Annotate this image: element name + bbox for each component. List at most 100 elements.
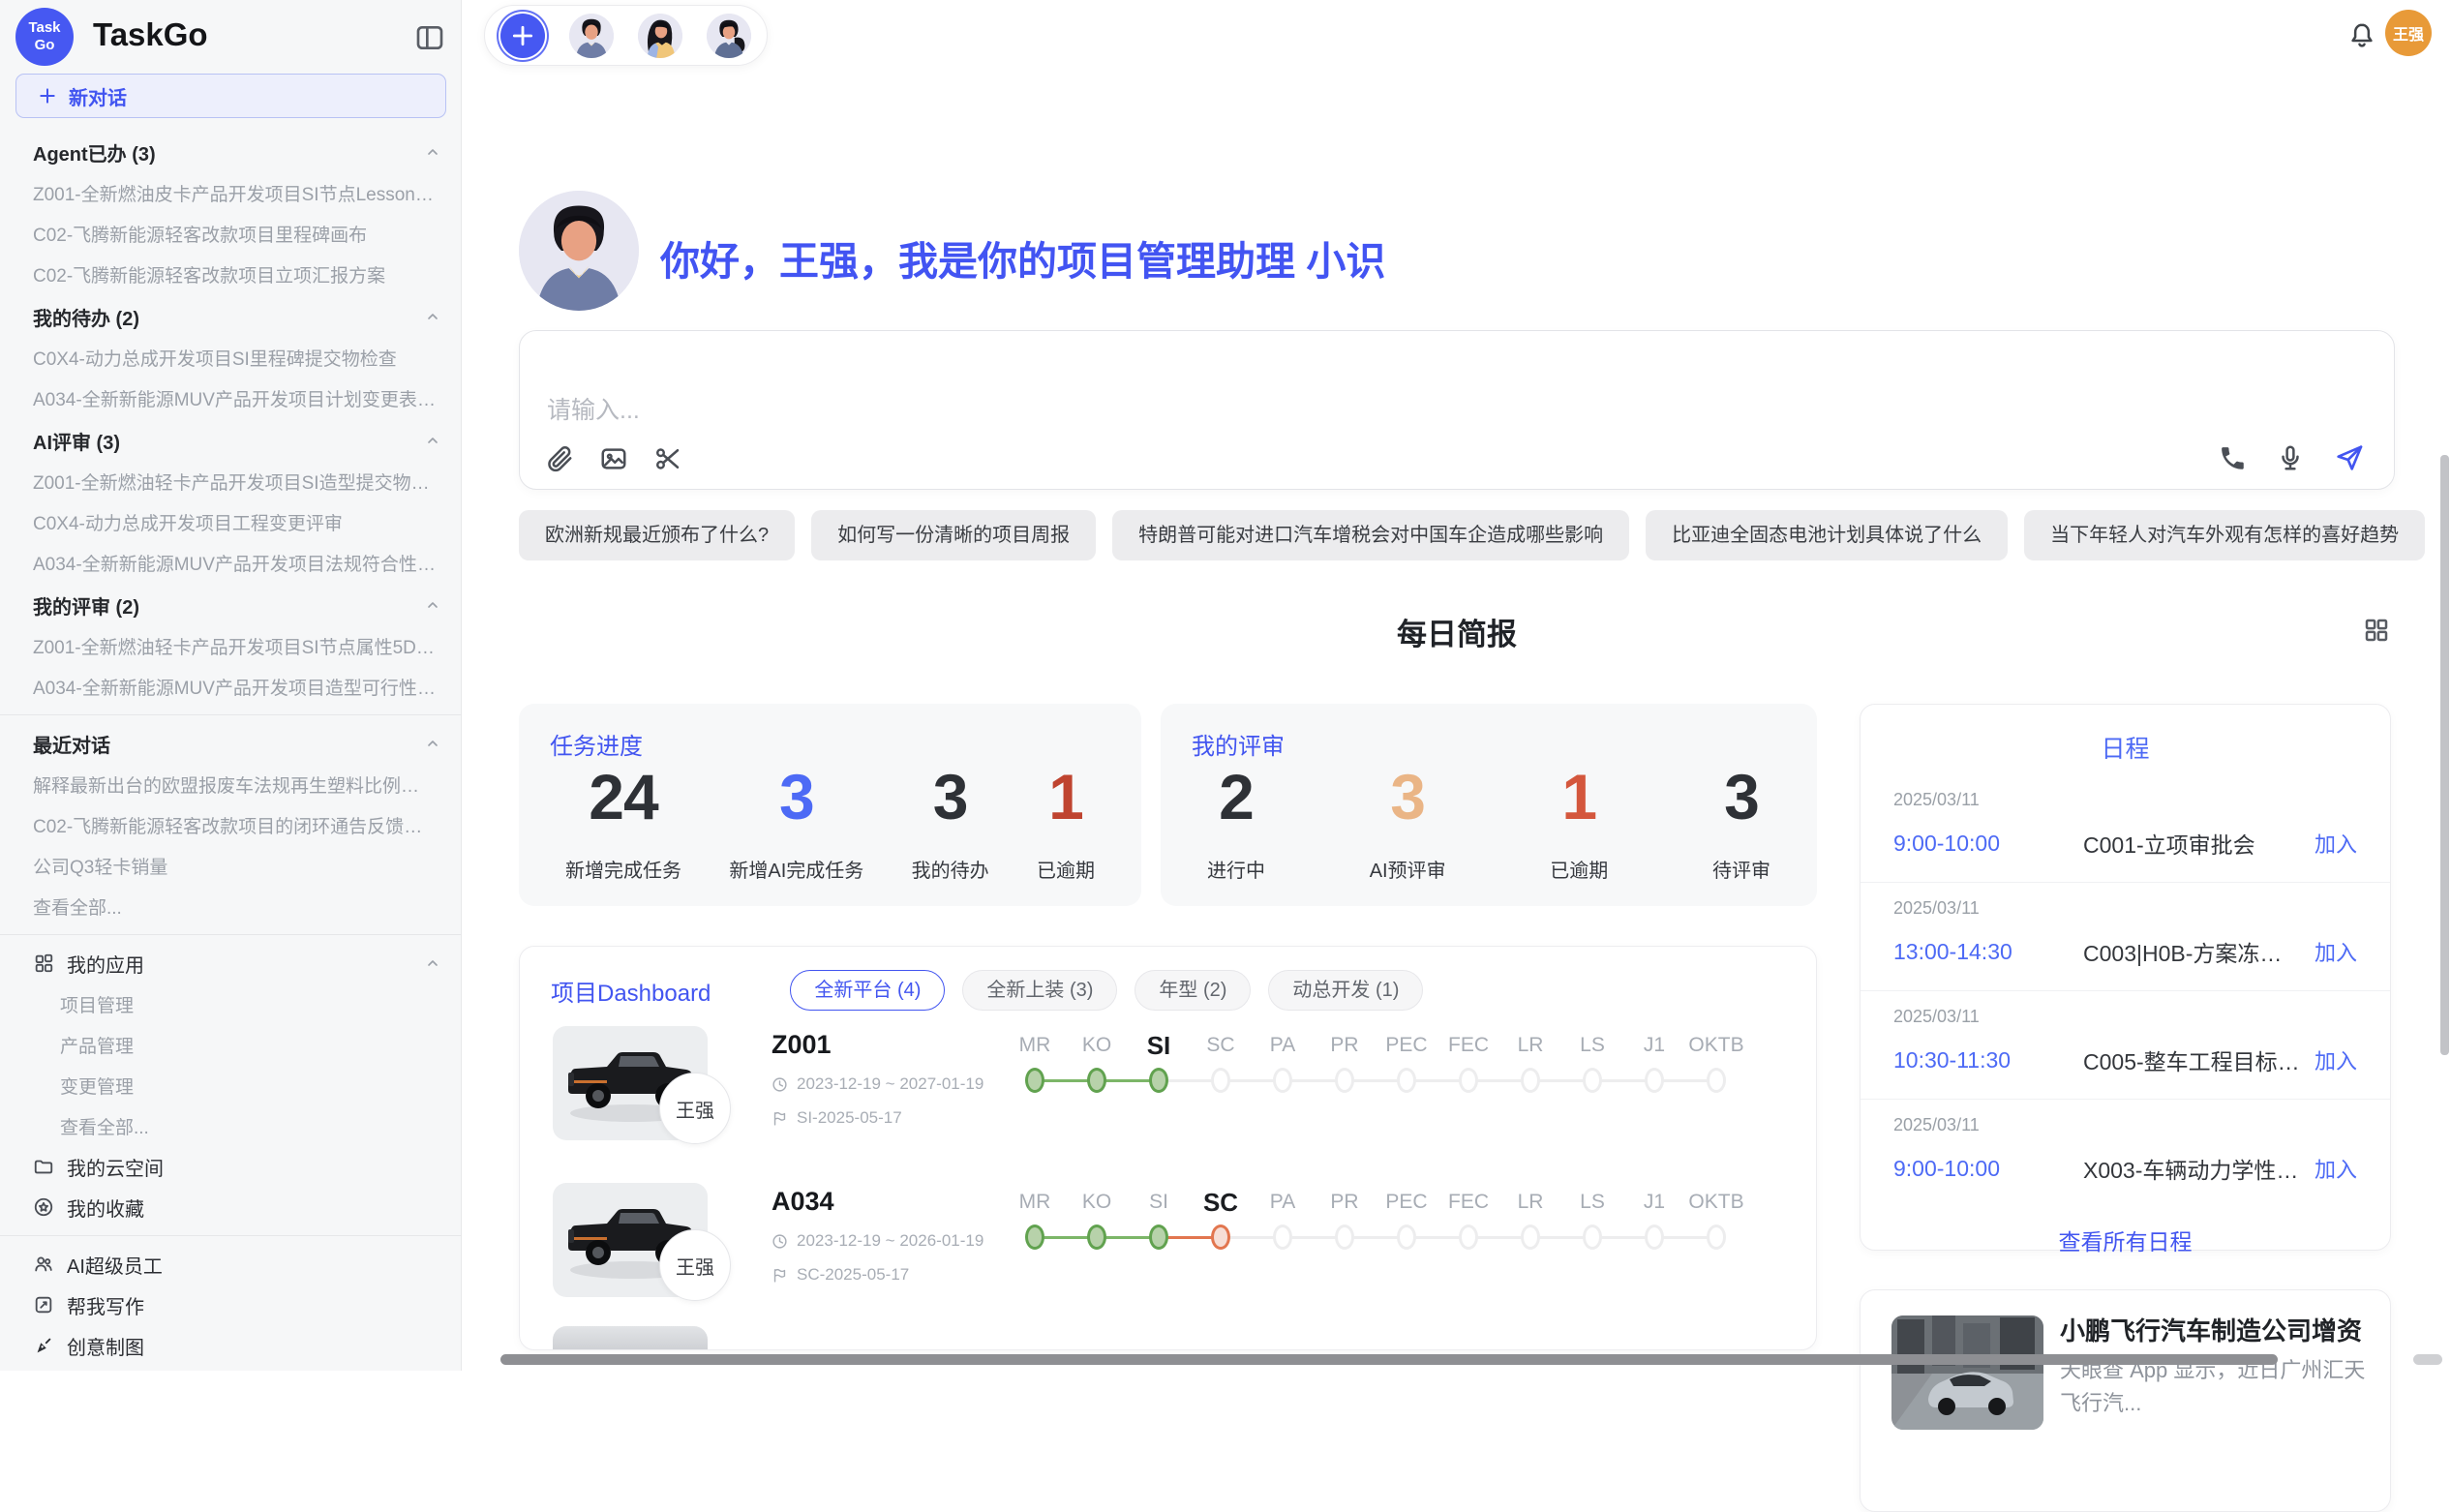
agent-avatar[interactable] — [707, 14, 751, 58]
user-initials: 王强 — [2393, 21, 2424, 45]
sidebar-item[interactable]: A034-全新新能源MUV产品开发项目造型可行性评审 — [0, 666, 462, 707]
view-all-schedule-link[interactable]: 查看所有日程 — [1861, 1224, 2390, 1256]
sidebar-toggle-icon[interactable] — [414, 22, 445, 53]
stat: 3 待评审 — [1712, 760, 1770, 883]
group-title: 我的评审 (2) — [33, 591, 437, 620]
item-label: A034-全新新能源MUV产品开发项目计划变更表编写 — [33, 385, 437, 411]
schedule-title: 日程 — [1861, 705, 2390, 765]
image-icon[interactable] — [599, 444, 628, 473]
milestone-dot — [1707, 1225, 1726, 1250]
suggestion-chip[interactable]: 当下年轻人对汽车外观有怎样的喜好趋势 — [2024, 510, 2425, 560]
sidebar-group-my-todo[interactable]: 我的待办 (2) — [0, 296, 462, 337]
sidebar-group-my-review[interactable]: 我的评审 (2) — [0, 585, 462, 625]
project-date-range: 2023-12-19 ~ 2026-01-19 — [797, 1231, 983, 1251]
join-link[interactable]: 加入 — [2315, 1044, 2357, 1075]
paperclip-icon[interactable] — [545, 444, 574, 473]
milestone-dot — [1335, 1225, 1354, 1250]
chevron-up-icon — [425, 144, 440, 160]
add-agent-button[interactable] — [500, 14, 545, 58]
milestone-dot — [1025, 1068, 1044, 1093]
horizontal-scrollbar-thumb[interactable] — [500, 1354, 2278, 1365]
notification-bell-icon[interactable] — [2347, 21, 2376, 50]
event-date: 2025/03/11 — [1893, 790, 2357, 810]
sidebar-item[interactable]: Z001-全新燃油皮卡产品开发项目SI节点Lesson Learn报告 — [0, 172, 462, 213]
group-title: Agent已办 (3) — [33, 138, 437, 166]
sidebar-item-product-mgmt[interactable]: 产品管理 — [0, 1024, 462, 1065]
milestone-label: KO — [1066, 1185, 1128, 1220]
milestone-timeline: MR KO SI SC PA PR PEC FEC LR LS J1 OKTB — [1004, 1183, 1747, 1328]
sidebar-item[interactable]: C0X4-动力总成开发项目SI里程碑提交物检查 — [0, 337, 462, 378]
logo-text-bottom: Go — [15, 37, 74, 54]
sidebar-view-all-chats[interactable]: 查看全部... — [0, 886, 462, 926]
sidebar-item[interactable]: 公司Q3轻卡销量 — [0, 845, 462, 886]
milestone-dot — [1583, 1225, 1602, 1250]
filter-pill-new-platform[interactable]: 全新平台 (4) — [790, 970, 945, 1011]
sidebar-item-creative-drawing[interactable]: 创意制图 — [0, 1325, 462, 1366]
join-link[interactable]: 加入 — [2315, 828, 2357, 859]
chat-input-box[interactable]: 请输入... — [519, 330, 2395, 490]
stat-label: 已逾期 — [1037, 855, 1095, 883]
milestone-label: LS — [1561, 1185, 1623, 1220]
sidebar-item[interactable]: A034-全新新能源MUV产品开发项目法规符合性评审 — [0, 542, 462, 583]
divider — [0, 714, 462, 715]
sidebar-item-favorites[interactable]: 我的收藏 — [0, 1187, 462, 1227]
sidebar-item[interactable]: C0X4-动力总成开发项目工程变更评审 — [0, 501, 462, 542]
project-row-a034[interactable]: 王强 A034 2023-12-19 ~ 2026-01-19 — [520, 1183, 1816, 1328]
phone-icon[interactable] — [2218, 443, 2247, 472]
clock-icon — [772, 1233, 788, 1250]
sidebar-item-ai-super-staff[interactable]: AI超级员工 — [0, 1244, 462, 1285]
item-label: 我的应用 — [67, 950, 144, 978]
filter-pill-powertrain[interactable]: 动总开发 (1) — [1268, 970, 1423, 1011]
project-row-z001[interactable]: 王强 Z001 2023-12-19 ~ 2027-01-19 — [520, 1026, 1816, 1171]
sidebar-item-project-mgmt[interactable]: 项目管理 — [0, 983, 462, 1024]
suggestion-chip[interactable]: 欧洲新规最近颁布了什么? — [519, 510, 795, 560]
schedule-event: 2025/03/11 9:00-10:00 C001-立项审批会 加入 — [1861, 774, 2390, 883]
layout-grid-icon[interactable] — [2362, 616, 2391, 645]
sidebar-item[interactable]: Z001-全新燃油轻卡产品开发项目SI造型提交物评审 — [0, 461, 462, 501]
sidebar-item[interactable]: C02-飞腾新能源轻客改款项目立项汇报方案 — [0, 254, 462, 294]
join-link[interactable]: 加入 — [2315, 936, 2357, 967]
greeting-title: 你好，王强，我是你的项目管理助理 小识 — [660, 228, 1385, 287]
sidebar-item[interactable]: C02-飞腾新能源轻客改款项目的闭环通告反馈情况 — [0, 804, 462, 845]
sidebar-item-help-me-write[interactable]: 帮我写作 — [0, 1285, 462, 1325]
join-link[interactable]: 加入 — [2315, 1153, 2357, 1184]
sidebar-item-my-apps[interactable]: 我的应用 — [0, 943, 462, 983]
user-avatar[interactable]: 王强 — [2385, 10, 2432, 56]
project-dashboard-card: 项目Dashboard 全新平台 (4) 全新上装 (3) 年型 (2) 动总开… — [519, 946, 1817, 1350]
stat: 3 新增AI完成任务 — [729, 760, 863, 883]
suggestion-chip[interactable]: 比亚迪全固态电池计划具体说了什么 — [1646, 510, 2008, 560]
sidebar-item[interactable]: 解释最新出台的欧盟报废车法规再生塑料比例被调至15%... — [0, 764, 462, 804]
milestone-dot — [1707, 1068, 1726, 1093]
suggestion-chip[interactable]: 特朗普可能对进口汽车增税会对中国车企造成哪些影响 — [1112, 510, 1629, 560]
sidebar-item-change-mgmt[interactable]: 变更管理 — [0, 1065, 462, 1105]
my-review-card: 我的评审 2 进行中 3 AI预评审 1 已逾期 — [1161, 704, 1817, 906]
sidebar-item-cloud-space[interactable]: 我的云空间 — [0, 1146, 462, 1187]
sidebar-item[interactable]: A034-全新新能源MUV产品开发项目计划变更表编写 — [0, 378, 462, 418]
sidebar-group-ai-review[interactable]: AI评审 (3) — [0, 420, 462, 461]
item-label: A034-全新新能源MUV产品开发项目法规符合性评审 — [33, 550, 437, 576]
suggestion-chip[interactable]: 如何写一份清晰的项目周报 — [811, 510, 1096, 560]
microphone-icon[interactable] — [2276, 443, 2305, 472]
milestone-dot — [1087, 1225, 1106, 1250]
scissors-icon[interactable] — [653, 444, 682, 473]
vertical-scrollbar-thumb[interactable] — [2440, 455, 2449, 1055]
milestone-label: LR — [1499, 1185, 1561, 1220]
sidebar-group-recent-chats[interactable]: 最近对话 — [0, 723, 462, 764]
send-icon[interactable] — [2334, 442, 2365, 473]
filter-pill-new-body[interactable]: 全新上装 (3) — [962, 970, 1117, 1011]
news-card[interactable]: 小鹏飞行汽车制造公司增资 天眼查 App 显示，近日广州汇天飞行汽... — [1860, 1289, 2391, 1512]
sidebar-item[interactable]: C02-飞腾新能源轻客改款项目里程碑画布 — [0, 213, 462, 254]
owner-name: 王强 — [676, 1252, 714, 1280]
sidebar-item[interactable]: Z001-全新燃油轻卡产品开发项目SI节点属性5D文件评审 — [0, 625, 462, 666]
schedule-event: 2025/03/11 10:30-11:30 C005-整车工程目标评审 加入 — [1861, 991, 2390, 1100]
new-chat-button[interactable]: 新对话 — [15, 74, 446, 118]
agent-avatar[interactable] — [638, 14, 682, 58]
clock-icon — [772, 1076, 788, 1093]
filter-pill-model-year[interactable]: 年型 (2) — [1135, 970, 1251, 1011]
sidebar-view-all-apps[interactable]: 查看全部... — [0, 1105, 462, 1146]
milestone-dot — [1397, 1068, 1416, 1093]
agent-avatar[interactable] — [569, 14, 614, 58]
milestone-label: PR — [1314, 1185, 1376, 1220]
sidebar-group-agent-done[interactable]: Agent已办 (3) — [0, 132, 462, 172]
item-label: Z001-全新燃油轻卡产品开发项目SI节点属性5D文件评审 — [33, 633, 437, 659]
